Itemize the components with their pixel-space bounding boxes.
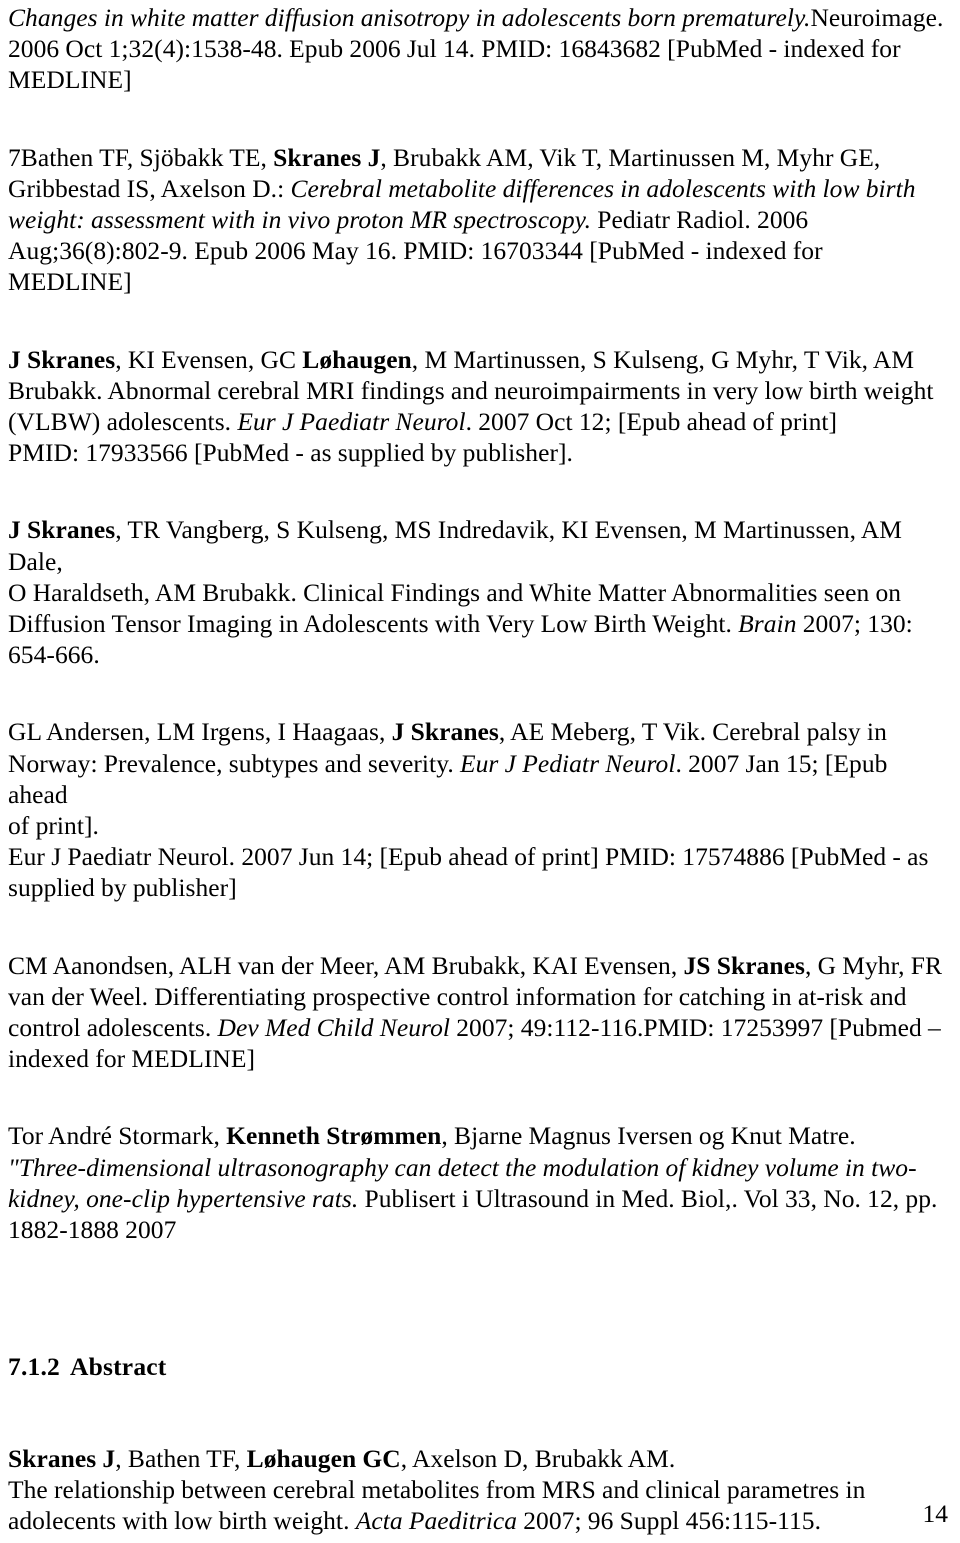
title-line-2: control adolescents. <box>8 1013 218 1043</box>
secondary-citation-line-1: Eur J Paediatr Neurol. 2007 Jun 14; [Epu… <box>8 842 929 872</box>
citation-line-3: MEDLINE] <box>8 65 132 95</box>
section-number: 7.1.2 <box>8 1352 60 1382</box>
author-highlight-lohaugen: Løhaugen <box>302 344 412 374</box>
reference-entry-eur-j-paediatr-neurol-2007: J Skranes, KI Evensen, GC Løhaugen, M Ma… <box>8 344 952 469</box>
paragraph-spacer-extra <box>8 1429 952 1443</box>
authors-continued-2: , M Martinussen, S Kulseng, G Myhr, T Vi… <box>411 344 915 374</box>
author-highlight-skranes: Skranes J <box>273 142 381 172</box>
article-title-italic-line-1: Cerebral metabolite differences in adole… <box>290 173 916 203</box>
citation-detail: . 2007 Oct 12; [Epub ahead of print] <box>465 407 838 437</box>
authors-line-2: Gribbestad IS, Axelson D.: <box>8 173 291 203</box>
title-line-1: Brubakk. Abnormal cerebral MRI findings … <box>8 375 934 405</box>
title-line-2: Norway: Prevalence, subtypes and severit… <box>8 748 460 778</box>
title-line-2: Diffusion Tensor Imaging in Adolescents … <box>8 609 739 639</box>
authors-continued: , Brubakk AM, Vik T, Martinussen M, Myhr… <box>380 142 881 172</box>
authors-prefix: Tor André Stormark, <box>8 1121 227 1151</box>
journal-name-italic: Dev Med Child Neurol <box>217 1013 450 1043</box>
author-highlight-strommen: Kenneth Strømmen <box>226 1121 442 1151</box>
authors-continued: , TR Vangberg, S Kulseng, MS Indredavik,… <box>8 515 903 576</box>
citation-pages: 654-666. <box>8 640 100 670</box>
author-highlight-skranes: J Skranes <box>8 515 116 545</box>
authors-prefix: CM Aanondsen, ALH van der Meer, AM Bruba… <box>8 950 684 980</box>
journal-name-italic: Eur J Paediatr Neurol <box>237 407 466 437</box>
author-highlight-skranes: JS Skranes <box>683 950 805 980</box>
citation-pmid-line: PMID: 17933566 [PubMed - as supplied by … <box>8 438 573 468</box>
journal-citation-part: Pediatr Radiol. 2006 <box>591 205 809 235</box>
citation-detail: 2007; 96 Suppl 456:115-115. <box>517 1505 822 1535</box>
reference-entry-neuroimage-2006: Changes in white matter diffusion anisot… <box>8 2 952 96</box>
page-number: 14 <box>922 1499 949 1528</box>
authors-continued: , Bathen TF, <box>115 1443 247 1473</box>
citation-line-2: 2006 Oct 1;32(4):1538-48. Epub 2006 Jul … <box>8 34 901 64</box>
citation-detail: 2007; 130: <box>796 609 913 639</box>
article-title-italic-line-2: kidney, one-clip hypertensive rats. <box>8 1183 359 1213</box>
journal-name-italic: Brain <box>738 609 797 639</box>
reference-entry-ultrasound-med-biol-2007: Tor André Stormark, Kenneth Strømmen, Bj… <box>8 1120 952 1245</box>
title-line-1: van der Weel. Differentiating prospectiv… <box>8 981 907 1011</box>
publication-pages: 1882-1888 2007 <box>8 1215 177 1245</box>
citation-continued: of print]. <box>8 811 99 841</box>
author-highlight-lohaugen: Løhaugen GC <box>246 1443 401 1473</box>
authors-line-2: O Haraldseth, AM Brubakk. Clinical Findi… <box>8 577 902 607</box>
author-highlight-skranes: J Skranes <box>391 717 499 747</box>
reference-entry-pediatr-radiol-2006: 7Bathen TF, Sjöbakk TE, Skranes J, Bruba… <box>8 142 952 298</box>
authors-prefix: 7Bathen TF, Sjöbakk TE, <box>8 142 274 172</box>
abstract-entry-acta-paeditrica-2007: Skranes J, Bathen TF, Løhaugen GC, Axels… <box>8 1443 952 1537</box>
title-line-1: The relationship between cerebral metabo… <box>8 1474 866 1504</box>
section-spacer-2 <box>8 1305 952 1351</box>
reference-entry-brain-2007: J Skranes, TR Vangberg, S Kulseng, MS In… <box>8 514 952 670</box>
title-line-2: (VLBW) adolescents. <box>8 407 238 437</box>
title-line-2: adolecents with low birth weight. <box>8 1505 356 1535</box>
citation-detail: 2007; 49:112-116.PMID: 17253997 [Pubmed … <box>450 1013 941 1043</box>
secondary-citation-line-2: supplied by publisher] <box>8 873 237 903</box>
journal-name-italic: Eur J Pediatr Neurol <box>459 748 676 778</box>
publication-list-body: Changes in white matter diffusion anisot… <box>8 2 952 1543</box>
authors-prefix: GL Andersen, LM Irgens, I Haagaas, <box>8 717 392 747</box>
journal-name-italic: Acta Paeditrica <box>355 1505 518 1535</box>
authors-continued: , Bjarne Magnus Iversen og Knut Matre. <box>441 1121 856 1151</box>
author-highlight-skranes: Skranes J <box>8 1443 116 1473</box>
authors-continued: , KI Evensen, GC <box>115 344 303 374</box>
citation-pmid-line: Aug;36(8):802-9. Epub 2006 May 16. PMID:… <box>8 236 823 297</box>
citation-continued: indexed for MEDLINE] <box>8 1044 256 1074</box>
journal-citation: Neuroimage. <box>810 3 944 32</box>
authors-continued-2: , Axelson D, Brubakk AM. <box>400 1443 676 1473</box>
article-title-italic-line-2: weight: assessment with in vivo proton M… <box>8 205 592 235</box>
author-highlight-skranes: J Skranes <box>8 344 116 374</box>
authors-continued: , AE Meberg, T Vik. Cerebral palsy in <box>498 717 887 747</box>
reference-entry-cerebral-palsy-norway: GL Andersen, LM Irgens, I Haagaas, J Skr… <box>8 716 952 903</box>
authors-continued: , G Myhr, FR <box>804 950 943 980</box>
section-heading-abstract: 7.1.2 Abstract <box>8 1351 952 1382</box>
article-title-italic: Changes in white matter diffusion anisot… <box>8 3 811 32</box>
document-page: Changes in white matter diffusion anisot… <box>0 0 960 1543</box>
article-title-italic-line-1: "Three-dimensional ultrasonography can d… <box>8 1152 917 1182</box>
reference-entry-dev-med-child-neurol-catching: CM Aanondsen, ALH van der Meer, AM Bruba… <box>8 950 952 1075</box>
publication-detail: Publisert i Ultrasound in Med. Biol,. Vo… <box>358 1183 938 1213</box>
section-title: Abstract <box>70 1352 167 1382</box>
